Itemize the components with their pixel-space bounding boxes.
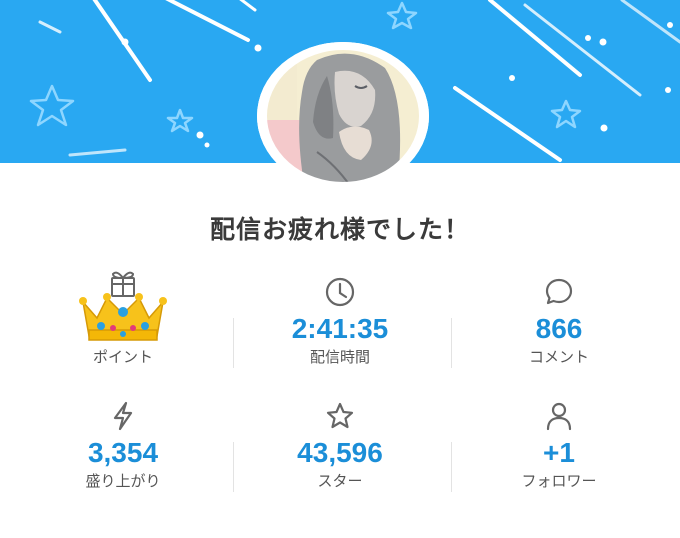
- stat-label: スター: [317, 472, 363, 490]
- speech-bubble-icon: [545, 278, 573, 305]
- stat-value: 3,354: [87, 437, 159, 468]
- crown-badge: [77, 268, 169, 348]
- crown-emoji: [79, 293, 167, 341]
- person-icon: [546, 402, 572, 431]
- lightning-icon: [113, 401, 133, 431]
- stat-label: 盛り上がり: [85, 472, 161, 490]
- stat-value: 2:41:35: [291, 313, 389, 344]
- stat-label: 配信時間: [309, 348, 370, 366]
- stat-boosts: 3,354 盛り上がり: [10, 392, 236, 491]
- stat-label: ポイント: [92, 348, 153, 366]
- stat-followers: +1 フォロワー: [446, 392, 672, 491]
- gift-icon: [111, 271, 135, 297]
- stat-value: 866: [535, 313, 583, 344]
- stat-value: +1: [543, 437, 575, 468]
- streamer-avatar: [257, 42, 429, 190]
- stat-comments: 866 コメント: [446, 268, 672, 367]
- stat-value: 43,596: [297, 437, 383, 468]
- stat-duration: 2:41:35 配信時間: [227, 268, 453, 367]
- stat-label: フォロワー: [521, 472, 597, 490]
- clock-icon: [325, 277, 355, 307]
- stat-stars: 43,596 スター: [227, 392, 453, 491]
- stat-label: コメント: [528, 348, 589, 366]
- star-icon: [326, 402, 354, 429]
- page-title: 配信お疲れ様でした！: [209, 215, 470, 244]
